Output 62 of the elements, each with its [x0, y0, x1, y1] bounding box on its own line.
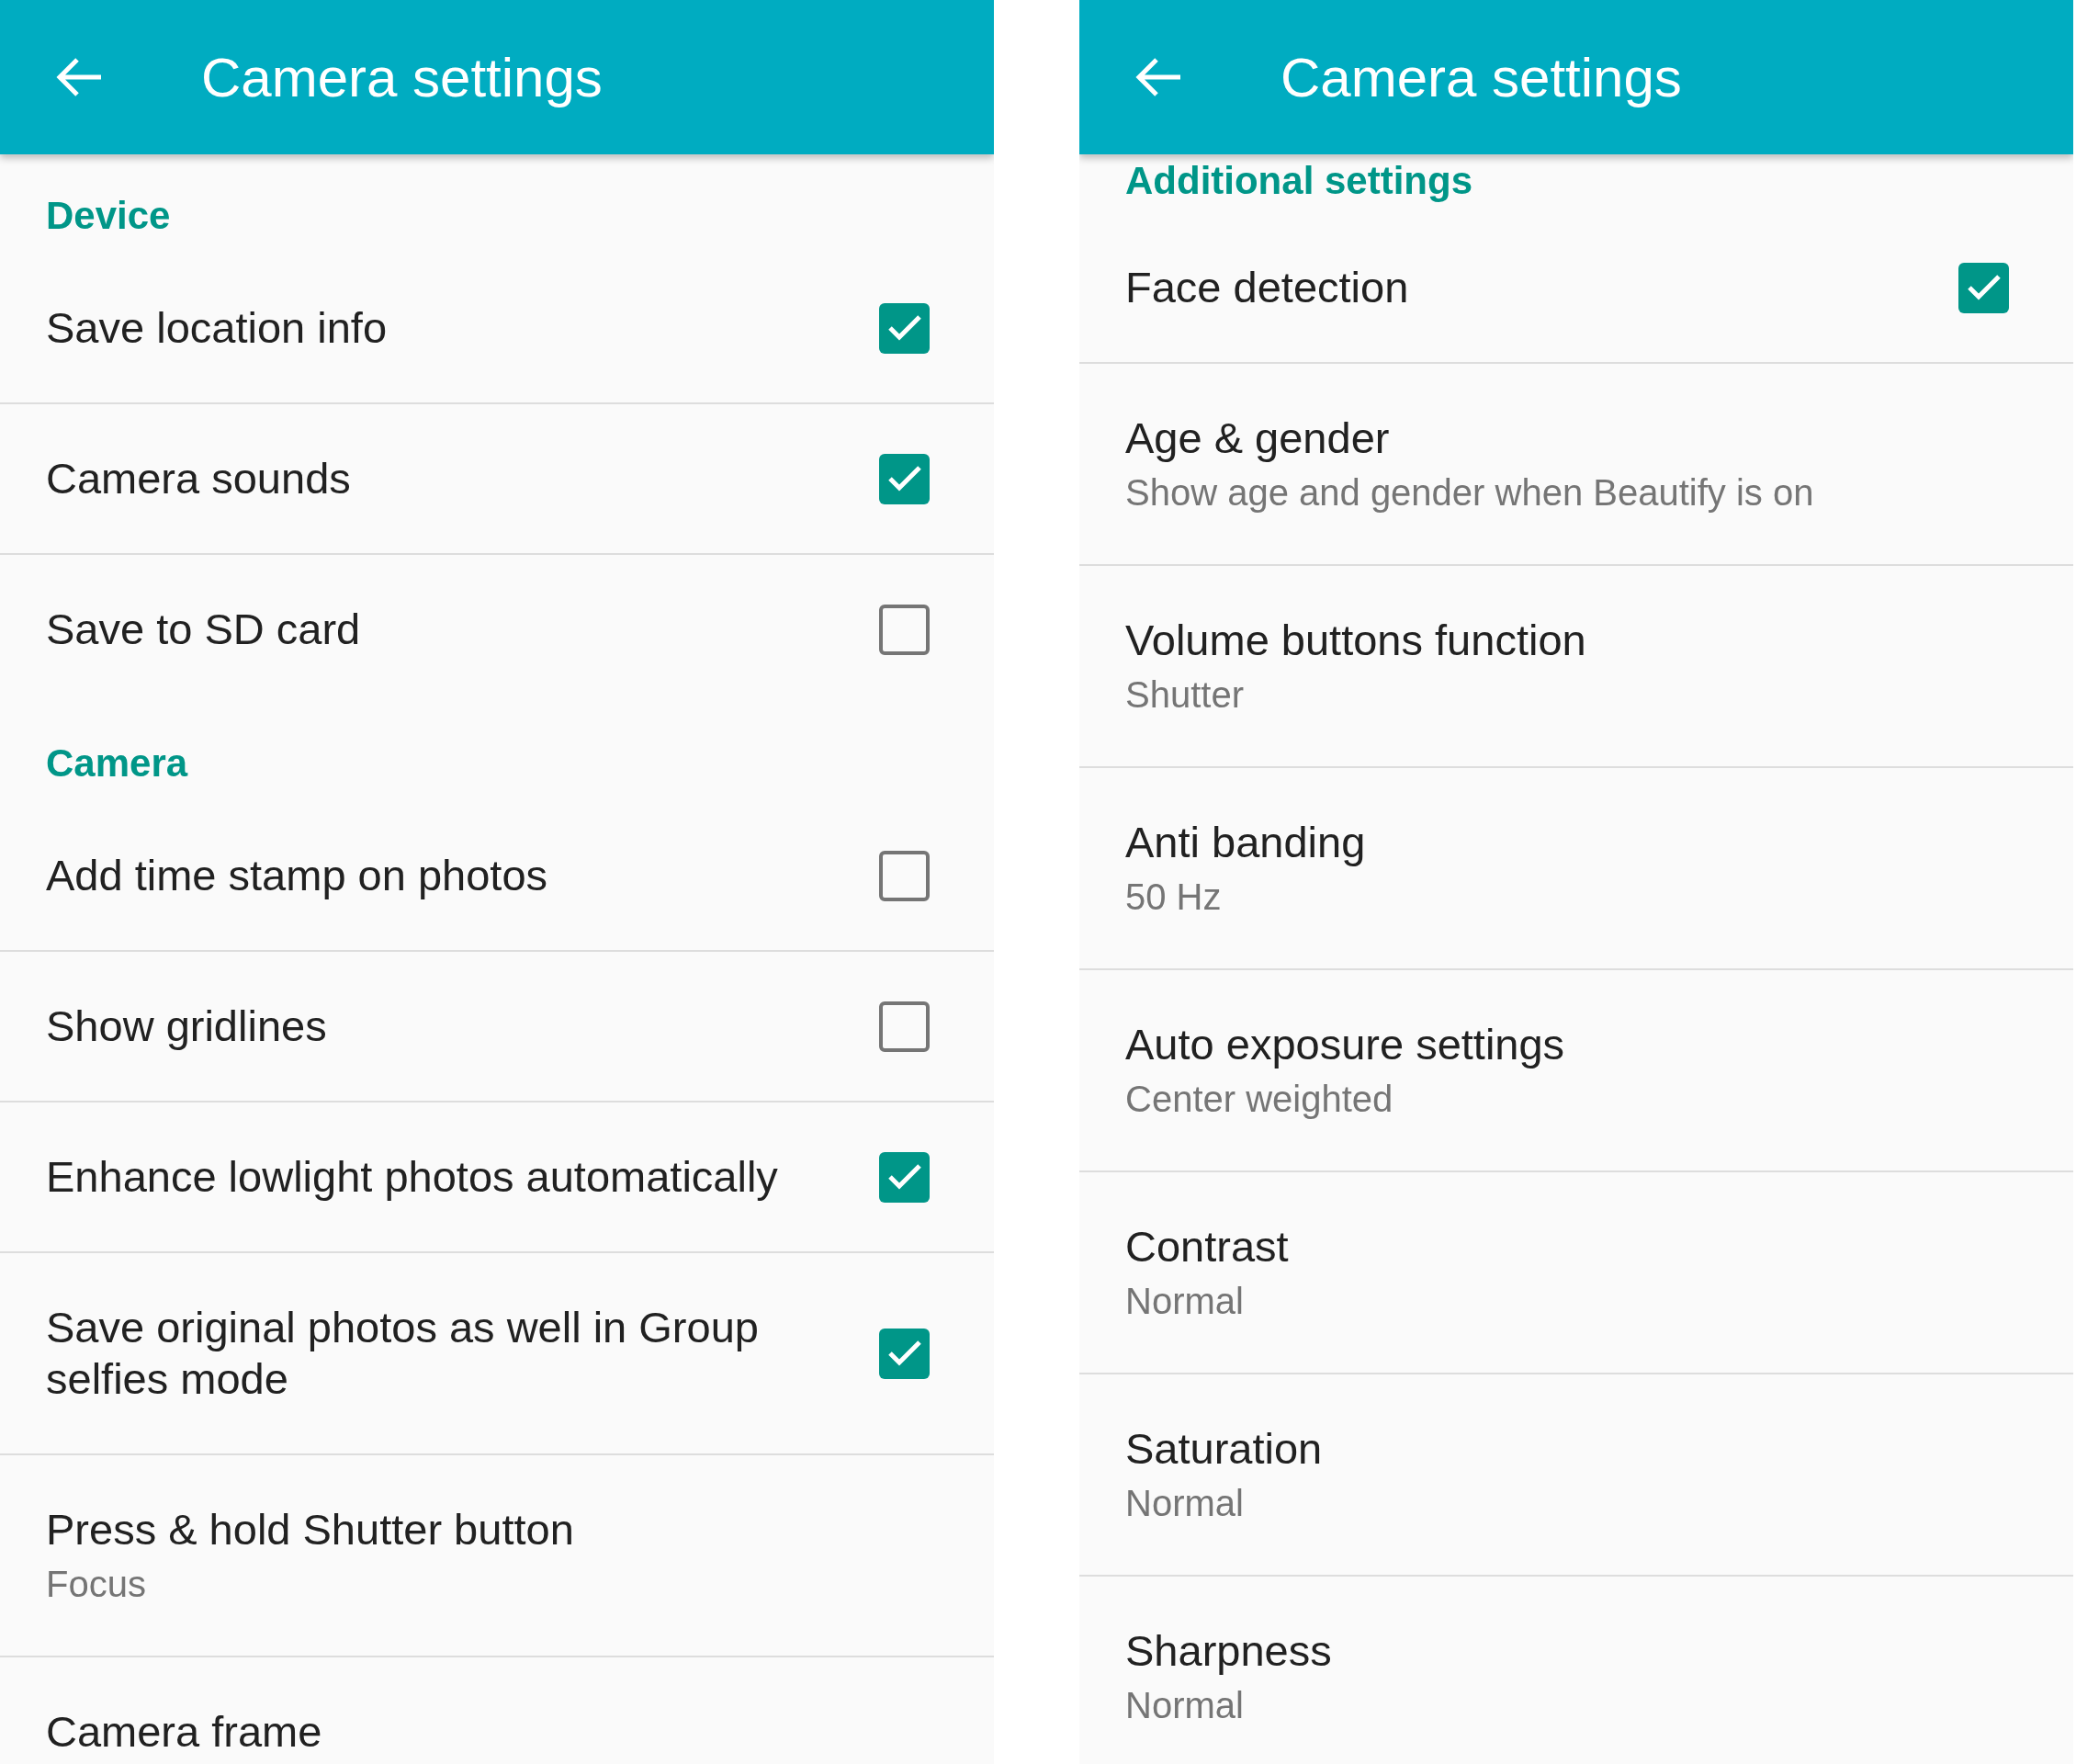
setting-title: Auto exposure settings [1125, 1019, 1566, 1070]
settings-row[interactable]: Saturation Normal [1079, 1374, 2073, 1577]
settings-row[interactable]: Auto exposure settings Center weighted [1079, 970, 2073, 1172]
settings-row[interactable]: Save to SD card [0, 555, 994, 704]
setting-value: Focus [46, 1563, 147, 1606]
setting-title: Save to SD card [46, 604, 362, 655]
screen-title: Camera settings [1281, 45, 1682, 109]
checkbox[interactable] [879, 453, 930, 504]
back-arrow-icon[interactable] [55, 57, 103, 97]
settings-row[interactable]: Save location info [0, 254, 994, 404]
settings-row[interactable]: Save original photos as well in Group selfies mode [0, 1253, 994, 1455]
setting-value: Normal [1125, 1684, 1245, 1727]
settings-row[interactable]: Face detection [1079, 213, 2073, 364]
setting-title: Contrast [1125, 1221, 1290, 1272]
section-header: Camera [45, 741, 189, 786]
checkbox[interactable] [879, 850, 930, 901]
screen-title: Camera settings [201, 45, 603, 109]
settings-row[interactable]: Volume buttons function Shutter [1079, 566, 2073, 768]
section-header: Additional settings [1124, 158, 1473, 204]
check-icon [886, 1163, 922, 1191]
settings-row[interactable]: Contrast Normal [1079, 1172, 2073, 1374]
setting-title: Save original photos as well in Group selfies mode [46, 1302, 760, 1405]
settings-row[interactable]: Camera frame [0, 1657, 994, 1764]
setting-title: Saturation [1125, 1423, 1324, 1475]
setting-title: Volume buttons function [1125, 615, 1587, 666]
back-arrow-icon[interactable] [1134, 57, 1182, 97]
check-icon [1966, 274, 2002, 301]
setting-value: Shutter [1125, 673, 1245, 717]
setting-title: Camera sounds [46, 453, 352, 504]
checkbox[interactable] [879, 1151, 930, 1203]
settings-row[interactable]: Enhance lowlight photos automatically [0, 1102, 994, 1253]
setting-title: Age & gender [1125, 413, 1391, 464]
setting-value: Show age and gender when Beautify is on [1125, 471, 1815, 514]
checkbox[interactable] [879, 302, 930, 354]
setting-title: Face detection [1125, 262, 1410, 313]
settings-row[interactable]: Camera sounds [0, 404, 994, 555]
check-icon [886, 1340, 922, 1367]
setting-title: Show gridlines [46, 1001, 328, 1052]
setting-value: Center weighted [1125, 1078, 1394, 1121]
settings-row[interactable]: Show gridlines [0, 952, 994, 1102]
checkbox[interactable] [879, 1328, 930, 1379]
settings-row[interactable]: Anti banding 50 Hz [1079, 768, 2073, 970]
setting-title: Save location info [46, 302, 389, 354]
setting-title: Sharpness [1125, 1625, 1333, 1677]
settings-row[interactable]: Add time stamp on photos [0, 801, 994, 952]
setting-value: Normal [1125, 1280, 1245, 1323]
setting-title: Press & hold Shutter button [46, 1504, 575, 1555]
setting-value: 50 Hz [1125, 876, 1223, 919]
settings-row[interactable]: Age & gender Show age and gender when Beautify is on [1079, 364, 2073, 566]
check-icon [886, 465, 922, 492]
setting-title: Enhance lowlight photos automatically [46, 1151, 779, 1203]
setting-title: Add time stamp on photos [46, 850, 549, 901]
setting-value: Normal [1125, 1482, 1245, 1525]
setting-title: Anti banding [1125, 817, 1367, 868]
checkbox[interactable] [879, 604, 930, 655]
settings-row[interactable]: Press & hold Shutter button Focus [0, 1455, 994, 1657]
settings-row[interactable]: Sharpness Normal [1079, 1577, 2073, 1764]
checkbox[interactable] [879, 1001, 930, 1052]
setting-title: Camera frame [46, 1706, 323, 1758]
section-header: Device [45, 193, 172, 239]
check-icon [886, 314, 922, 342]
checkbox[interactable] [1958, 262, 2009, 313]
